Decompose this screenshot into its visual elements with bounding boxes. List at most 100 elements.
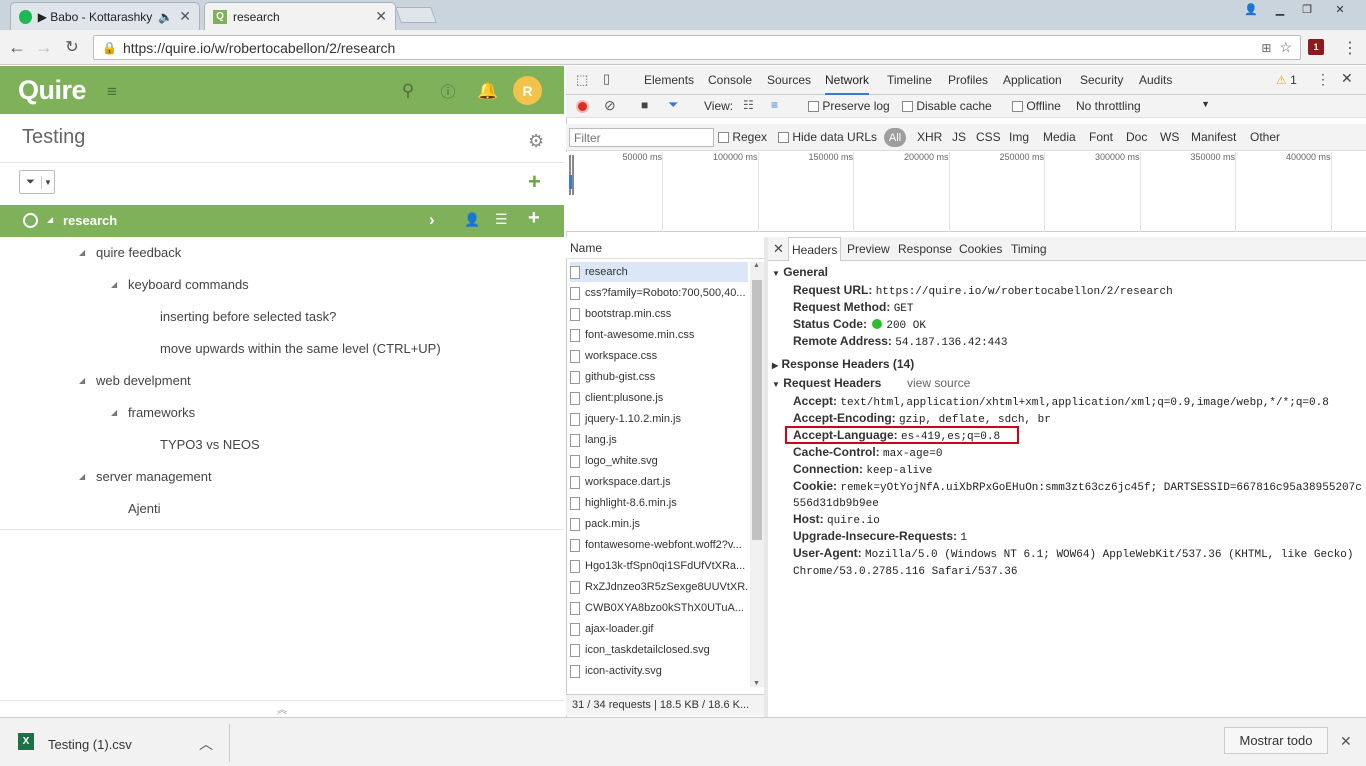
quire-logo[interactable]: Quire xyxy=(18,75,87,106)
devtools-tab-security[interactable]: Security xyxy=(1080,66,1123,95)
request-row[interactable]: css?family=Roboto:700,500,40... xyxy=(570,283,748,304)
task-item[interactable]: keyboard commands xyxy=(128,277,249,292)
type-filter-css[interactable]: CSS xyxy=(976,130,1001,144)
request-row[interactable]: client:plusone.js xyxy=(570,388,748,409)
detail-tab-response[interactable]: Response xyxy=(895,237,955,261)
close-window-button[interactable]: ✕ xyxy=(1324,0,1356,18)
translate-icon[interactable]: ⊞ xyxy=(1261,41,1271,55)
detail-tab-cookies[interactable]: Cookies xyxy=(956,237,1005,261)
devtools-tab-sources[interactable]: Sources xyxy=(767,66,811,95)
close-downloads-icon[interactable]: ✕ xyxy=(1340,733,1352,750)
panel-splitter[interactable] xyxy=(764,237,768,718)
request-row[interactable]: icon_taskdetailclosed.svg xyxy=(570,640,748,661)
request-row[interactable]: highlight-8.6.min.js xyxy=(570,493,748,514)
close-devtools-icon[interactable]: ✕ xyxy=(1341,70,1353,87)
expand-triangle-icon[interactable]: ◢ xyxy=(111,280,117,289)
devtools-tab-audits[interactable]: Audits xyxy=(1139,66,1172,95)
type-filter-img[interactable]: Img xyxy=(1009,130,1029,144)
detail-tab-timing[interactable]: Timing xyxy=(1008,237,1050,261)
address-bar[interactable]: 🔒 https://quire.io/w/robertocabellon/2/r… xyxy=(93,35,1301,60)
type-filter-js[interactable]: JS xyxy=(952,130,966,144)
type-filter-media[interactable]: Media xyxy=(1043,130,1076,144)
collapse-icon[interactable]: ◢ xyxy=(47,215,53,224)
task-item[interactable]: server management xyxy=(96,469,212,484)
devtools-tab-profiles[interactable]: Profiles xyxy=(948,66,988,95)
bookmark-star-icon[interactable]: ☆ xyxy=(1279,39,1292,56)
avatar[interactable]: R xyxy=(513,76,542,105)
reload-button[interactable]: ↻ xyxy=(61,36,83,58)
collapse-panel-icon[interactable]: ︽ xyxy=(0,700,564,717)
view-source-link[interactable]: view source xyxy=(907,376,970,390)
request-row[interactable]: icon-activity.svg xyxy=(570,661,748,682)
regex-checkbox[interactable]: Regex xyxy=(718,130,767,144)
response-headers-section-header[interactable]: ▶ Response Headers (14) xyxy=(772,357,914,371)
offline-checkbox[interactable]: Offline xyxy=(1012,99,1061,113)
task-item[interactable]: Ajenti xyxy=(128,501,161,516)
devtools-tab-console[interactable]: Console xyxy=(708,66,752,95)
scrollbar-thumb[interactable] xyxy=(752,280,762,540)
large-rows-icon[interactable]: ☷ xyxy=(743,98,754,112)
clear-icon[interactable]: ⊘ xyxy=(604,97,616,114)
download-file-name[interactable]: Testing (1).csv xyxy=(48,737,132,752)
request-row[interactable]: RxZJdnzeo3R5zSexge8UUVtXR... xyxy=(570,577,748,598)
detail-tab-headers[interactable]: Headers xyxy=(788,237,842,261)
task-item[interactable]: move upwards within the same level (CTRL… xyxy=(160,341,441,356)
devtools-tab-application[interactable]: Application xyxy=(1003,66,1062,95)
request-row[interactable]: CWB0XYA8bzo0kSThX0UTuA... xyxy=(570,598,748,619)
request-row[interactable]: Hgo13k-tfSpn0qi1SFdUfVtXRa... xyxy=(570,556,748,577)
request-row[interactable]: fontawesome-webfont.woff2?v... xyxy=(570,535,748,556)
task-item[interactable]: quire feedback xyxy=(96,245,181,260)
type-filter-other[interactable]: Other xyxy=(1250,130,1280,144)
devtools-tab-elements[interactable]: Elements xyxy=(644,66,694,95)
hamburger-menu-icon[interactable]: ≡ xyxy=(107,82,117,102)
browser-tab-research[interactable]: Q research ✕ xyxy=(204,2,396,30)
overview-waterfall-icon[interactable]: ≡ xyxy=(771,98,778,112)
new-tab-button[interactable] xyxy=(395,7,437,23)
forward-button[interactable]: → xyxy=(33,36,55,58)
throttling-select[interactable]: No throttling ▼ xyxy=(1076,99,1214,113)
inspect-element-icon[interactable]: ⬚ xyxy=(576,72,588,88)
type-filter-all[interactable]: All xyxy=(884,128,906,147)
filter-funnel-icon[interactable]: ⏷ xyxy=(668,97,678,113)
devtools-tab-timeline[interactable]: Timeline xyxy=(887,66,932,95)
task-item[interactable]: inserting before selected task? xyxy=(160,309,336,324)
request-row[interactable]: github-gist.css xyxy=(570,367,748,388)
open-details-icon[interactable]: › xyxy=(429,210,435,230)
device-mode-icon[interactable]: ▯ xyxy=(603,71,610,87)
task-item[interactable]: web develpment xyxy=(96,373,191,388)
request-row[interactable]: pack.min.js xyxy=(570,514,748,535)
task-checkbox[interactable] xyxy=(23,213,38,228)
bell-icon[interactable]: 🔔 xyxy=(477,81,499,101)
general-section-header[interactable]: ▼ General xyxy=(772,265,828,279)
devtools-menu-icon[interactable]: ⋮ xyxy=(1316,71,1330,88)
restore-button[interactable]: ❐ xyxy=(1294,0,1320,18)
devtools-tab-network[interactable]: Network xyxy=(825,66,870,95)
record-button[interactable] xyxy=(576,100,589,113)
warning-indicator[interactable]: ⚠ 1 xyxy=(1276,73,1297,87)
ublock-extension-icon[interactable]: 1 xyxy=(1308,39,1324,55)
show-all-button[interactable]: Mostrar todo xyxy=(1224,727,1328,754)
requests-scrollbar[interactable]: ▲ ▼ xyxy=(750,262,764,687)
back-button[interactable]: ← xyxy=(6,36,28,58)
assign-user-icon[interactable]: 👤 xyxy=(464,212,480,228)
expand-triangle-icon[interactable]: ◢ xyxy=(79,376,85,385)
type-filter-ws[interactable]: WS xyxy=(1160,130,1179,144)
expand-triangle-icon[interactable]: ◢ xyxy=(79,472,85,481)
filter-button[interactable]: ⏷ ▼ xyxy=(19,170,55,194)
chrome-menu-icon[interactable]: ⋮ xyxy=(1342,38,1358,58)
add-subtask-icon[interactable]: ☰ xyxy=(495,211,508,228)
request-headers-section-header[interactable]: ▼ Request Headers xyxy=(772,376,881,390)
add-task-icon[interactable]: + xyxy=(528,207,540,230)
task-title[interactable]: research xyxy=(63,213,117,228)
scroll-up-icon[interactable]: ▲ xyxy=(753,262,760,269)
screenshot-camera-icon[interactable]: ■ xyxy=(641,98,648,112)
disable-cache-checkbox[interactable]: Disable cache xyxy=(902,99,992,113)
request-row[interactable]: ajax-loader.gif xyxy=(570,619,748,640)
scroll-down-icon[interactable]: ▼ xyxy=(753,680,760,687)
request-row[interactable]: font-awesome.min.css xyxy=(570,325,748,346)
detail-tab-preview[interactable]: Preview xyxy=(844,237,893,261)
search-icon[interactable]: ⚲ xyxy=(397,81,419,101)
preserve-log-checkbox[interactable]: Preserve log xyxy=(808,99,890,113)
close-tab-icon[interactable]: ✕ xyxy=(375,8,387,25)
chevron-up-icon[interactable]: ︿ xyxy=(199,734,213,754)
